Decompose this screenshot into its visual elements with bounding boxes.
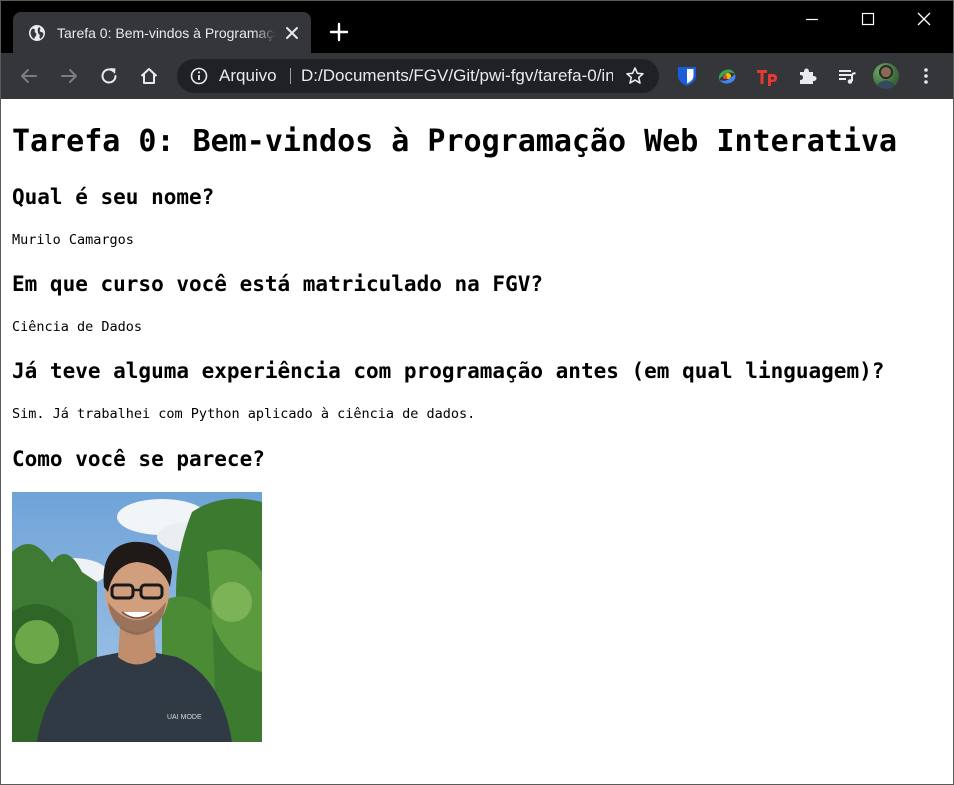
playlist-icon[interactable] xyxy=(836,65,858,87)
page-title: Tarefa 0: Bem-vindos à Programação Web I… xyxy=(12,124,898,159)
answer-experience: Sim. Já trabalhei com Python aplicado à … xyxy=(12,406,476,422)
translate-icon[interactable] xyxy=(716,65,738,87)
maximize-icon[interactable] xyxy=(840,1,896,37)
address-bar[interactable]: Arquivo D:/Documents/FGV/Git/pwi-fgv/tar… xyxy=(177,59,659,93)
window-close-icon[interactable] xyxy=(896,1,952,37)
reload-icon[interactable] xyxy=(98,65,120,87)
profile-photo: UAI MODE xyxy=(12,492,262,742)
question-course: Em que curso você está matriculado na FG… xyxy=(12,272,544,296)
address-separator xyxy=(290,68,291,84)
bitwarden-icon[interactable] xyxy=(676,65,698,87)
globe-icon xyxy=(29,25,45,41)
puzzle-icon[interactable] xyxy=(796,65,818,87)
close-icon[interactable] xyxy=(283,24,301,42)
answer-name: Murilo Camargos xyxy=(12,232,134,248)
browser-toolbar: Arquivo D:/Documents/FGV/Git/pwi-fgv/tar… xyxy=(1,53,953,99)
tab-title: Tarefa 0: Bem-vindos à Programação Web I… xyxy=(57,25,275,41)
menu-kebab-icon[interactable] xyxy=(915,65,937,87)
info-icon[interactable] xyxy=(190,67,208,85)
url-text[interactable]: D:/Documents/FGV/Git/pwi-fgv/tarefa-0/in… xyxy=(301,66,613,86)
site-info-label[interactable]: Arquivo xyxy=(219,66,277,86)
question-appearance: Como você se parece? xyxy=(12,447,265,471)
forward-arrow-icon[interactable] xyxy=(58,65,80,87)
active-tab[interactable]: Tarefa 0: Bem-vindos à Programação Web I… xyxy=(13,12,311,54)
back-arrow-icon[interactable] xyxy=(18,65,40,87)
minimize-icon[interactable] xyxy=(784,1,840,37)
browser-window: Tarefa 0: Bem-vindos à Programação Web I… xyxy=(0,0,954,785)
question-name: Qual é seu nome? xyxy=(12,185,215,209)
page-content: Tarefa 0: Bem-vindos à Programação Web I… xyxy=(12,99,950,783)
tab-strip: Tarefa 0: Bem-vindos à Programação Web I… xyxy=(1,1,953,54)
answer-course: Ciência de Dados xyxy=(12,319,143,335)
tab-title-fade xyxy=(253,18,277,48)
profile-avatar[interactable] xyxy=(873,63,899,89)
tp-icon[interactable] xyxy=(756,65,778,87)
home-icon[interactable] xyxy=(138,65,160,87)
plus-icon[interactable] xyxy=(328,21,350,43)
star-icon[interactable] xyxy=(625,66,645,86)
shirt-print-text: UAI MODE xyxy=(167,714,202,721)
question-experience: Já teve alguma experiência com programaç… xyxy=(12,359,885,383)
